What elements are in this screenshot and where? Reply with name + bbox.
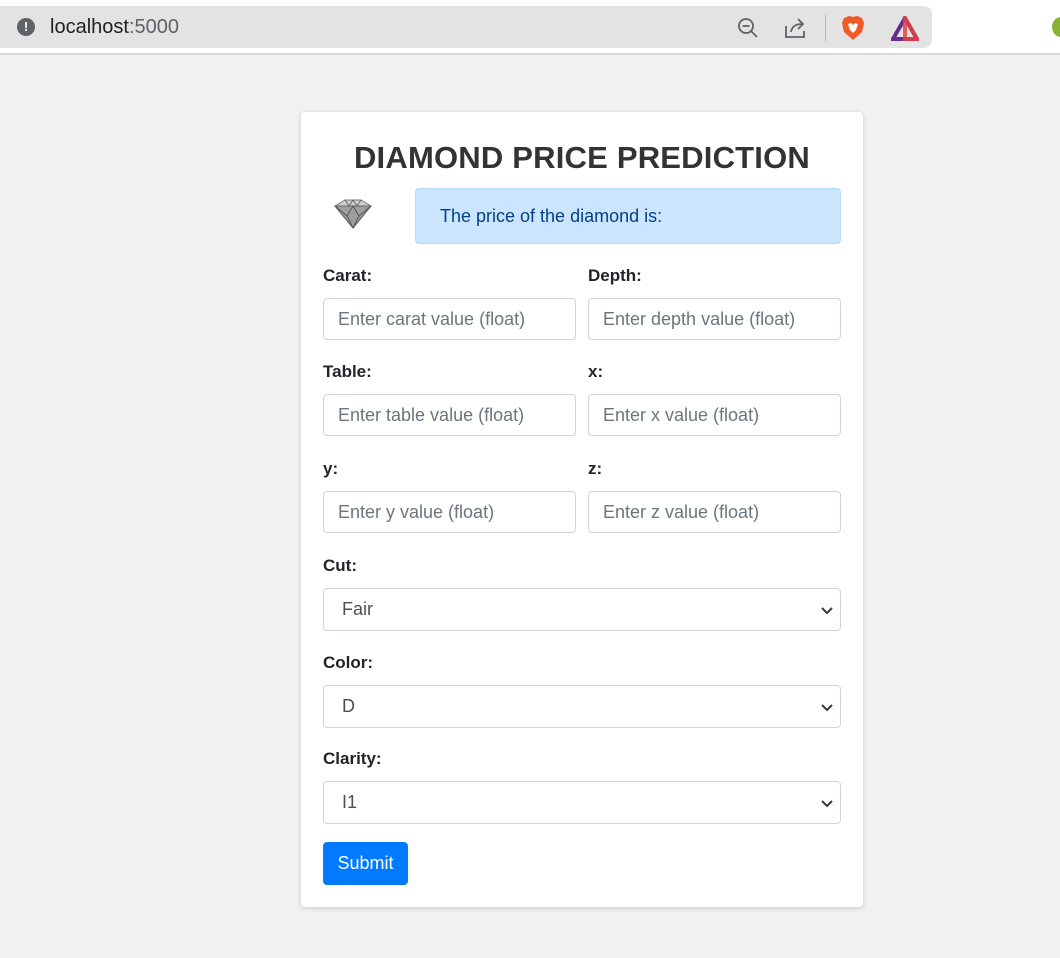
depth-label: Depth:: [588, 266, 642, 285]
address-bar[interactable]: ! localhost:5000: [0, 6, 932, 48]
info-icon[interactable]: !: [17, 18, 35, 36]
url-host: localhost: [50, 16, 129, 38]
share-icon[interactable]: [783, 16, 809, 40]
y-label: y:: [323, 459, 339, 478]
prediction-card: DIAMOND PRICE PREDICTION The price of th…: [301, 112, 863, 907]
zoom-out-icon[interactable]: [736, 16, 760, 40]
carat-label: Carat:: [323, 266, 373, 285]
brave-rewards-icon[interactable]: [891, 16, 919, 42]
cut-label: Cut:: [323, 556, 357, 575]
diamond-icon: [333, 199, 373, 229]
url-text[interactable]: localhost:5000: [50, 16, 179, 38]
table-input[interactable]: [323, 394, 576, 436]
submit-button[interactable]: Submit: [323, 842, 408, 885]
clarity-selected-value: I1: [342, 792, 358, 812]
cut-selected-value: Fair: [342, 599, 373, 619]
x-label: x:: [588, 362, 604, 381]
table-label: Table:: [323, 362, 372, 381]
color-label: Color:: [323, 653, 374, 672]
chevron-down-icon: [821, 704, 833, 712]
browser-toolbar: ! localhost:5000: [0, 0, 1060, 55]
clarity-select[interactable]: I1: [323, 781, 841, 824]
color-selected-value: D: [342, 696, 355, 716]
page-title: DIAMOND PRICE PREDICTION: [353, 140, 811, 175]
chevron-down-icon: [821, 800, 833, 808]
cut-select[interactable]: Fair: [323, 588, 841, 631]
url-port: :5000: [128, 16, 179, 38]
result-alert: The price of the diamond is:: [415, 188, 841, 244]
extension-icon[interactable]: [1052, 17, 1060, 37]
clarity-label: Clarity:: [323, 749, 382, 768]
brave-shield-icon[interactable]: [840, 14, 866, 42]
z-input[interactable]: [588, 491, 841, 533]
z-label: z:: [588, 459, 603, 478]
y-input[interactable]: [323, 491, 576, 533]
x-input[interactable]: [588, 394, 841, 436]
toolbar-separator: [825, 15, 826, 41]
chevron-down-icon: [821, 607, 833, 615]
carat-input[interactable]: [323, 298, 576, 340]
depth-input[interactable]: [588, 298, 841, 340]
color-select[interactable]: D: [323, 685, 841, 728]
